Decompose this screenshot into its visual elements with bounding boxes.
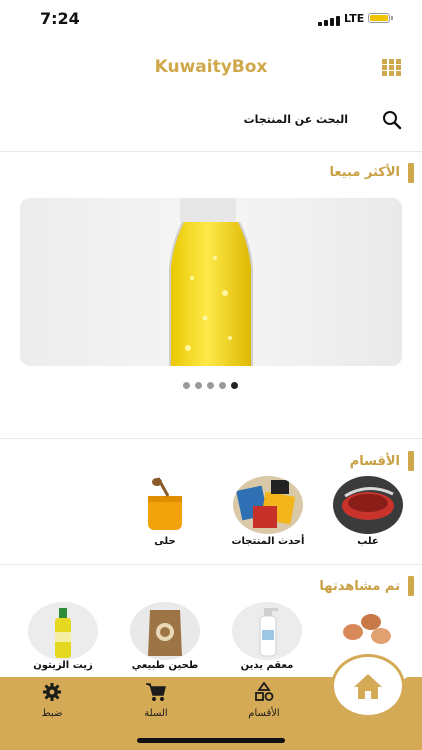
honey-jar-icon: [130, 476, 200, 534]
flour-bag-icon: [130, 602, 200, 660]
section-marker: [408, 163, 414, 183]
divider: [0, 151, 422, 152]
category-label: حلى: [154, 536, 176, 547]
recently-viewed-title: تم مشاهدتها: [319, 579, 400, 594]
oil-bottle-image: [20, 198, 402, 366]
nav-label: الأقسام: [248, 708, 280, 719]
section-marker: [408, 576, 414, 596]
section-marker: [408, 451, 414, 471]
network-label: LTE: [344, 12, 365, 25]
hand-sanitizer-icon: [232, 602, 302, 660]
gear-icon: [43, 683, 61, 701]
category-label: علب: [357, 536, 379, 547]
cart-icon: [146, 683, 166, 701]
divider: [0, 438, 422, 439]
nav-label: ضبط: [41, 708, 63, 719]
olive-oil-icon: [28, 602, 98, 660]
best-sellers-title: الأكثر مبيعا: [329, 165, 401, 180]
divider: [0, 564, 422, 565]
eggs-icon: [343, 614, 391, 644]
category-label: أحدث المنتجات: [231, 536, 305, 547]
home-icon: [354, 674, 382, 699]
search-bar[interactable]: [0, 100, 422, 140]
status-time: 7:24: [40, 9, 80, 28]
battery-icon: [368, 13, 393, 23]
grid-icon[interactable]: [382, 59, 402, 77]
app-title: KuwaityBox: [154, 57, 268, 77]
home-button[interactable]: [331, 654, 405, 718]
nav-label: السلة: [144, 708, 168, 719]
home-indicator: [137, 738, 285, 743]
nav-categories[interactable]: الأقسام: [234, 681, 294, 719]
nav-cart[interactable]: السلة: [126, 682, 186, 719]
categories-title: الأقسام: [349, 454, 400, 469]
search-input[interactable]: البحث عن المنتجات: [244, 113, 348, 126]
nav-settings[interactable]: ضبط: [22, 682, 82, 719]
newest-products-icon: [233, 476, 303, 534]
search-icon[interactable]: [382, 110, 402, 130]
boxes-icon: [333, 476, 403, 534]
banner-carousel[interactable]: [20, 198, 402, 366]
recent-item-label: طحين طبيعي: [131, 660, 199, 671]
recent-item-label: زيت الزيتون: [33, 660, 93, 671]
recent-item-label: معقم يدين: [240, 660, 294, 671]
shapes-icon: [255, 681, 274, 701]
signal-icon: [318, 15, 340, 26]
